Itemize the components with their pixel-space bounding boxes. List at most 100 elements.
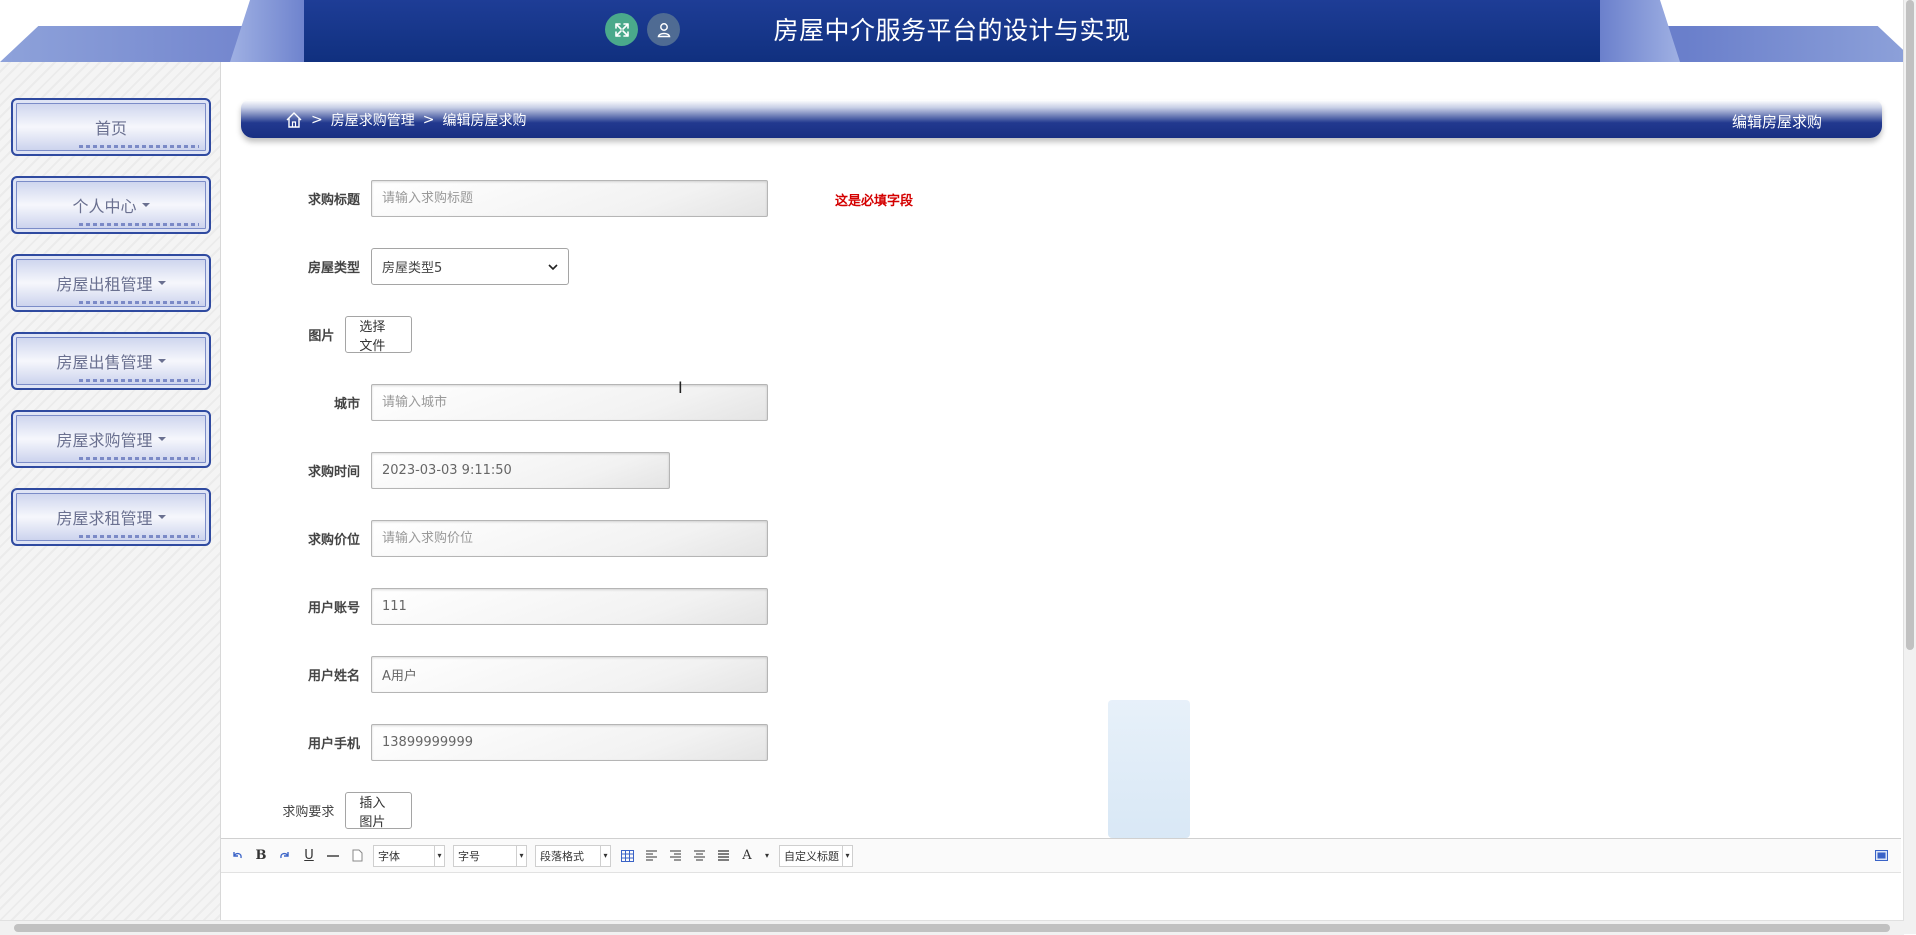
sidebar-item-label: 个人中心 <box>72 197 137 216</box>
caret-down-icon <box>141 203 150 207</box>
font-color-icon[interactable]: A <box>739 848 755 864</box>
sidebar-item-label: 房屋求购管理 <box>56 431 153 450</box>
underline-icon[interactable]: U <box>301 848 317 864</box>
fullscreen-button[interactable] <box>605 13 638 46</box>
required-field-message: 这是必填字段 <box>835 194 914 209</box>
form-row-phone: 用户手机 <box>260 724 768 761</box>
form-row-city: 城市 <box>260 384 768 421</box>
city-input[interactable] <box>371 384 768 421</box>
form-row-time: 求购时间 <box>260 452 670 489</box>
sidebar-item-rent-request[interactable]: 房屋求租管理 <box>11 488 211 546</box>
custom-title-value: 自定义标题 <box>784 849 839 863</box>
font-size-dropdown[interactable]: 字号 ▾ <box>453 844 527 867</box>
sidebar-item-home[interactable]: 首页 <box>11 98 211 156</box>
chevron-down-icon <box>548 263 558 270</box>
header-wing-left <box>230 0 310 62</box>
font-family-value: 字体 <box>378 849 400 863</box>
vertical-scrollbar[interactable] <box>1903 0 1916 934</box>
expand-arrows-icon <box>614 22 629 37</box>
align-justify-icon[interactable] <box>715 848 731 864</box>
horizontal-rule-icon[interactable] <box>325 848 341 864</box>
price-label: 求购价位 <box>307 533 360 548</box>
align-center-icon[interactable] <box>691 848 707 864</box>
type-label: 房屋类型 <box>307 261 360 276</box>
choose-file-button[interactable]: 选择文件 <box>345 316 413 354</box>
sidebar-item-label: 房屋出售管理 <box>56 353 153 372</box>
breadcrumb-item-purchase-management[interactable]: 房屋求购管理 <box>331 110 415 130</box>
menu-decoration <box>79 145 199 148</box>
home-icon[interactable] <box>285 111 303 129</box>
user-profile-button[interactable] <box>647 13 680 46</box>
undo-icon[interactable] <box>229 848 245 864</box>
dropdown-arrow-icon: ▾ <box>434 845 444 866</box>
horizontal-scrollbar-thumb[interactable] <box>14 924 1890 932</box>
house-type-select[interactable]: 房屋类型5 <box>371 248 569 285</box>
menu-decoration <box>79 379 199 382</box>
font-family-dropdown[interactable]: 字体 ▾ <box>373 844 445 867</box>
bold-icon[interactable]: B <box>253 848 269 864</box>
form-row-account: 用户账号 <box>260 588 768 625</box>
user-icon <box>657 22 670 37</box>
menu-decoration <box>79 457 199 460</box>
header-center: 房屋中介服务平台的设计与实现 <box>304 0 1600 62</box>
custom-title-dropdown[interactable]: 自定义标题 ▾ <box>779 844 853 867</box>
dropdown-arrow-icon: ▾ <box>842 845 852 866</box>
redo-icon[interactable] <box>277 848 293 864</box>
table-icon[interactable] <box>619 848 635 864</box>
form-row-title: 求购标题 <box>260 180 768 217</box>
sidebar-item-personal-center[interactable]: 个人中心 <box>11 176 211 234</box>
caret-down-icon <box>157 515 166 519</box>
phone-input[interactable] <box>371 724 768 761</box>
dropdown-arrow-icon: ▾ <box>516 845 526 866</box>
form-row-image: 图片 选择文件 <box>260 316 413 354</box>
sidebar-item-label: 首页 <box>94 119 127 138</box>
breadcrumb: > 房屋求购管理 > 编辑房屋求购 编辑房屋求购 <box>241 100 1882 138</box>
vertical-scrollbar-thumb[interactable] <box>1906 0 1914 650</box>
caret-down-icon <box>157 359 166 363</box>
breadcrumb-separator: > <box>311 112 323 128</box>
form-row-name: 用户姓名 <box>260 656 768 693</box>
header-wing-right <box>1600 0 1680 62</box>
sidebar-item-sale[interactable]: 房屋出售管理 <box>11 332 211 390</box>
app-title: 房屋中介服务平台的设计与实现 <box>773 16 1131 45</box>
caret-down-icon <box>157 281 166 285</box>
font-color-caret-icon[interactable]: ▾ <box>763 848 771 864</box>
username-input[interactable] <box>371 656 768 693</box>
sidebar-item-label: 房屋求租管理 <box>56 509 153 528</box>
editor-toolbar: B U 字体 ▾ 字号 ▾ 段落格式 ▾ A ▾ 自定义标题 ▾ <box>221 839 1901 873</box>
paragraph-format-value: 段落格式 <box>540 849 584 863</box>
dropdown-arrow-icon: ▾ <box>600 845 610 866</box>
menu-decoration <box>79 301 199 304</box>
price-input[interactable] <box>371 520 768 557</box>
city-label: 城市 <box>333 397 360 412</box>
menu-decoration <box>79 535 199 538</box>
horizontal-scrollbar[interactable] <box>0 920 1904 935</box>
account-input[interactable] <box>371 588 768 625</box>
page-icon[interactable] <box>349 848 365 864</box>
purchase-time-input[interactable] <box>371 452 670 489</box>
sidebar-item-purchase[interactable]: 房屋求购管理 <box>11 410 211 468</box>
menu-decoration <box>79 223 199 226</box>
fullscreen-editor-icon[interactable] <box>1873 848 1889 864</box>
sidebar-item-rent-out[interactable]: 房屋出租管理 <box>11 254 211 312</box>
sidebar-item-label: 房屋出租管理 <box>56 275 153 294</box>
form-row-requirement: 求购要求 插入图片 <box>260 792 413 830</box>
text-cursor-icon: I <box>678 378 683 397</box>
form-row-price: 求购价位 <box>260 520 768 557</box>
sidebar: 首页 个人中心 房屋出租管理 房屋出售管理 房屋求购管理 房屋求租管理 <box>0 62 221 920</box>
rich-text-editor[interactable]: B U 字体 ▾ 字号 ▾ 段落格式 ▾ A ▾ 自定义标题 ▾ <box>221 838 1901 921</box>
insert-image-button[interactable]: 插入图片 <box>345 792 413 830</box>
requirement-label: 求购要求 <box>282 805 335 820</box>
form-row-type: 房屋类型 房屋类型5 <box>260 248 569 285</box>
time-label: 求购时间 <box>307 465 360 480</box>
caret-down-icon <box>157 437 166 441</box>
phone-label: 用户手机 <box>307 737 360 752</box>
breadcrumb-separator: > <box>422 112 435 128</box>
name-label: 用户姓名 <box>307 669 360 684</box>
align-left-icon[interactable] <box>643 848 659 864</box>
paragraph-format-dropdown[interactable]: 段落格式 ▾ <box>535 844 611 867</box>
align-right-icon[interactable] <box>667 848 683 864</box>
background-building-image <box>1108 700 1190 838</box>
title-input[interactable] <box>371 180 768 217</box>
page-title: 编辑房屋求购 <box>1731 113 1822 131</box>
